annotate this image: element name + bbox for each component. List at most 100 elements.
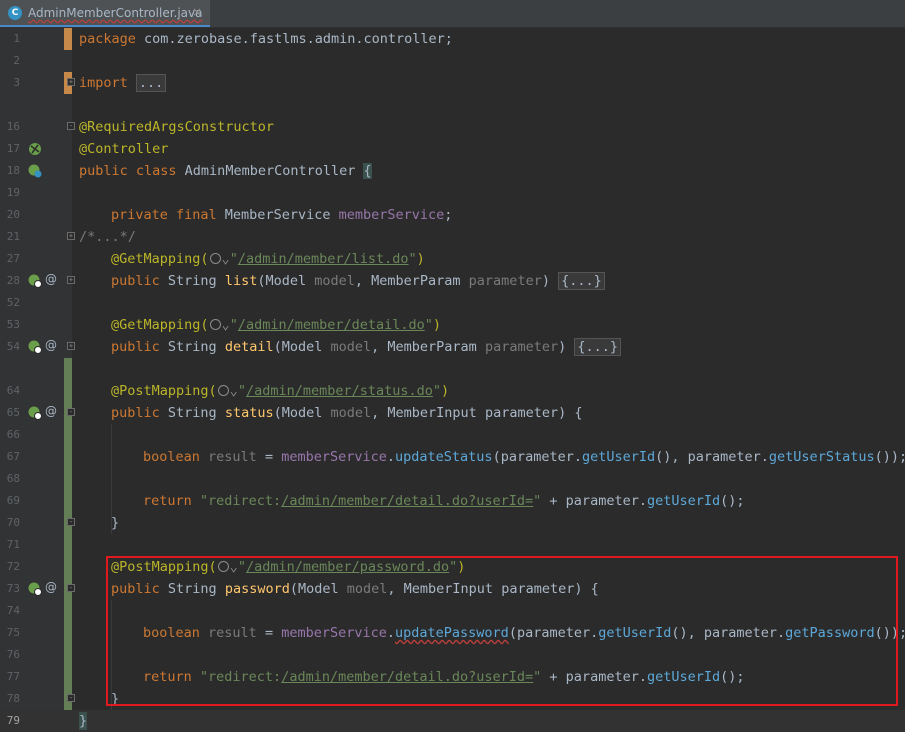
code-line[interactable]: 18 public class AdminMemberController {	[0, 160, 905, 182]
folded-body[interactable]: {...}	[574, 338, 621, 356]
globe-icon[interactable]	[217, 561, 229, 572]
url-link[interactable]: /admin/member/detail.do?userId=	[281, 493, 533, 509]
field: memberService	[338, 207, 445, 223]
line-number: 2	[13, 54, 20, 67]
at-sign-icon[interactable]: @	[45, 580, 57, 594]
chevron-down-icon[interactable]: ⌄	[230, 383, 238, 399]
tab-admin-member-controller[interactable]: C AdminMemberController.java ×	[0, 0, 210, 27]
line-number: 77	[6, 670, 20, 683]
code-line[interactable]: 19	[0, 182, 905, 204]
annotation: @GetMapping(	[111, 251, 209, 267]
unresolved-method[interactable]: updatePassword	[395, 625, 509, 641]
fold-minus-icon[interactable]: -	[67, 408, 75, 416]
close-tab-icon[interactable]: ×	[192, 5, 202, 19]
code-line[interactable]: 75 boolean result = memberService.update…	[0, 622, 905, 644]
code-line[interactable]: 72 @PostMapping(⌄"/admin/member/password…	[0, 556, 905, 578]
code-editor[interactable]: 1 package com.zerobase.fastlms.admin.con…	[0, 28, 905, 732]
line-number: 52	[6, 296, 20, 309]
code-line[interactable]: 67 boolean result = memberService.update…	[0, 446, 905, 468]
code-line[interactable]: 76	[0, 644, 905, 666]
code-line[interactable]: 27 @GetMapping(⌄"/admin/member/list.do")	[0, 248, 905, 270]
code-line[interactable]: 21 + /*...*/	[0, 226, 905, 248]
globe-icon[interactable]	[209, 253, 221, 264]
at-sign-icon[interactable]: @	[45, 338, 57, 352]
code-line[interactable]: 54 @ + public String detail(Model model,…	[0, 336, 905, 358]
code-line[interactable]: 78 - }	[0, 688, 905, 710]
class-name: AdminMemberController	[176, 163, 364, 179]
fold-minus-icon[interactable]: -	[67, 584, 75, 592]
code-line[interactable]: 68	[0, 468, 905, 490]
url-link[interactable]: /admin/member/detail.do?userId=	[281, 669, 533, 685]
code-line[interactable]: 65 @ - public String status(Model model,…	[0, 402, 905, 424]
globe-icon[interactable]	[209, 319, 221, 330]
chevron-down-icon[interactable]: ⌄	[222, 251, 230, 267]
line-number: 16	[6, 120, 20, 133]
line-number: 19	[6, 186, 20, 199]
line-number: 17	[6, 142, 20, 155]
code-line[interactable]: 73 @ - public String password(Model mode…	[0, 578, 905, 600]
globe-icon[interactable]	[217, 385, 229, 396]
keyword: import	[79, 75, 128, 91]
url-link[interactable]: /admin/member/detail.do	[238, 317, 425, 333]
code-line[interactable]: 79 }	[0, 710, 905, 732]
line-number: 79	[6, 714, 20, 727]
code-line[interactable]: 2	[0, 50, 905, 72]
code-line[interactable]: 16 - @RequiredArgsConstructor	[0, 116, 905, 138]
code-line[interactable]: 20 private final MemberService memberSer…	[0, 204, 905, 226]
fold-end-icon[interactable]: -	[67, 694, 75, 702]
line-number: 70	[6, 516, 20, 529]
request-mapping-icon[interactable]	[28, 274, 42, 288]
url-link[interactable]: /admin/member/list.do	[238, 251, 409, 267]
fold-minus-icon[interactable]: -	[67, 122, 75, 130]
request-mapping-icon[interactable]	[28, 582, 42, 596]
tab-label: AdminMemberController.java	[28, 6, 203, 20]
folded-comment[interactable]: /*...*/	[79, 228, 136, 246]
line-number: 1	[13, 32, 20, 45]
fold-end-icon[interactable]: -	[67, 518, 75, 526]
chevron-down-icon[interactable]: ⌄	[230, 559, 238, 575]
semicolon: ;	[444, 207, 453, 223]
fold-plus-icon[interactable]: +	[67, 342, 75, 350]
folded-imports[interactable]: ...	[135, 74, 167, 92]
annotation: @RequiredArgsConstructor	[79, 119, 275, 135]
fold-plus-icon[interactable]: +	[67, 232, 75, 240]
url-link[interactable]: /admin/member/status.do	[246, 383, 433, 399]
folded-body[interactable]: {...}	[558, 272, 605, 290]
line-number: 67	[6, 450, 20, 463]
code-line[interactable]: 69 return "redirect:/admin/member/detail…	[0, 490, 905, 512]
code-line[interactable]: 53 @GetMapping(⌄"/admin/member/detail.do…	[0, 314, 905, 336]
line-number: 3	[13, 76, 20, 89]
chevron-down-icon[interactable]: ⌄	[222, 317, 230, 333]
closing-brace: }	[79, 712, 88, 730]
fold-plus-icon[interactable]: +	[67, 78, 75, 86]
line-number: 28	[6, 274, 20, 287]
code-line[interactable]: 70 - }	[0, 512, 905, 534]
line-number: 20	[6, 208, 20, 221]
code-line[interactable]: 28 @ + public String list(Model model, M…	[0, 270, 905, 292]
line-number: 78	[6, 692, 20, 705]
code-line[interactable]: 77 return "redirect:/admin/member/detail…	[0, 666, 905, 688]
fold-plus-icon[interactable]: +	[67, 276, 75, 284]
at-sign-icon[interactable]: @	[45, 272, 57, 286]
code-line[interactable]: 17 @Controller	[0, 138, 905, 160]
code-line[interactable]: 3 + import ...	[0, 72, 905, 94]
spring-bean-navigate-icon[interactable]	[28, 164, 42, 178]
line-number: 66	[6, 428, 20, 441]
line-number: 27	[6, 252, 20, 265]
method-name: detail	[224, 339, 274, 355]
method-name: status	[224, 405, 274, 421]
spring-bean-icon[interactable]	[28, 142, 42, 156]
line-number: 72	[6, 560, 20, 573]
code-line[interactable]: 74	[0, 600, 905, 622]
request-mapping-icon[interactable]	[28, 406, 42, 420]
at-sign-icon[interactable]: @	[45, 404, 57, 418]
code-line[interactable]: 1 package com.zerobase.fastlms.admin.con…	[0, 28, 905, 50]
annotation: @Controller	[79, 141, 169, 157]
code-line[interactable]: 52	[0, 292, 905, 314]
code-line[interactable]: 64 @PostMapping(⌄"/admin/member/status.d…	[0, 380, 905, 402]
code-line[interactable]: 71	[0, 534, 905, 556]
request-mapping-icon[interactable]	[28, 340, 42, 354]
url-link[interactable]: /admin/member/password.do	[246, 559, 449, 575]
line-number: 18	[6, 164, 20, 177]
code-line[interactable]: 66	[0, 424, 905, 446]
